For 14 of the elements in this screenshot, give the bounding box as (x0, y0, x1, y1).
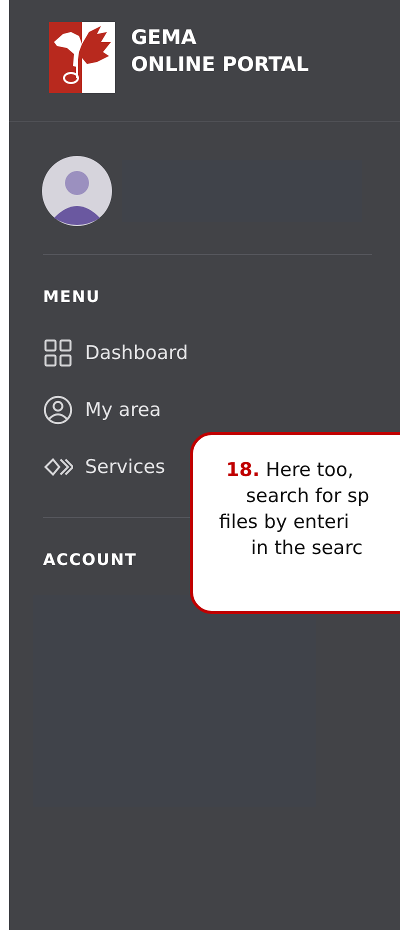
portal-title: GEMA (131, 24, 196, 51)
callout-text: 18. Here too, (226, 458, 354, 483)
callout-text: search for sp (246, 484, 370, 509)
grid-icon (43, 338, 73, 368)
account-heading: ACCOUNT (43, 550, 137, 569)
menu-heading: MENU (43, 287, 100, 306)
menu-item[interactable]: My area (43, 381, 162, 438)
user-circle-icon (43, 394, 73, 424)
menu-item[interactable]: Dashboard (43, 324, 188, 381)
avatar-silhouette-icon[interactable] (42, 156, 112, 226)
callout-text: in the searc (251, 536, 363, 561)
portal-title: ONLINE PORTAL (131, 51, 309, 78)
callout-text: files by enteri (219, 510, 350, 535)
menu-item[interactable]: Services (43, 438, 166, 495)
